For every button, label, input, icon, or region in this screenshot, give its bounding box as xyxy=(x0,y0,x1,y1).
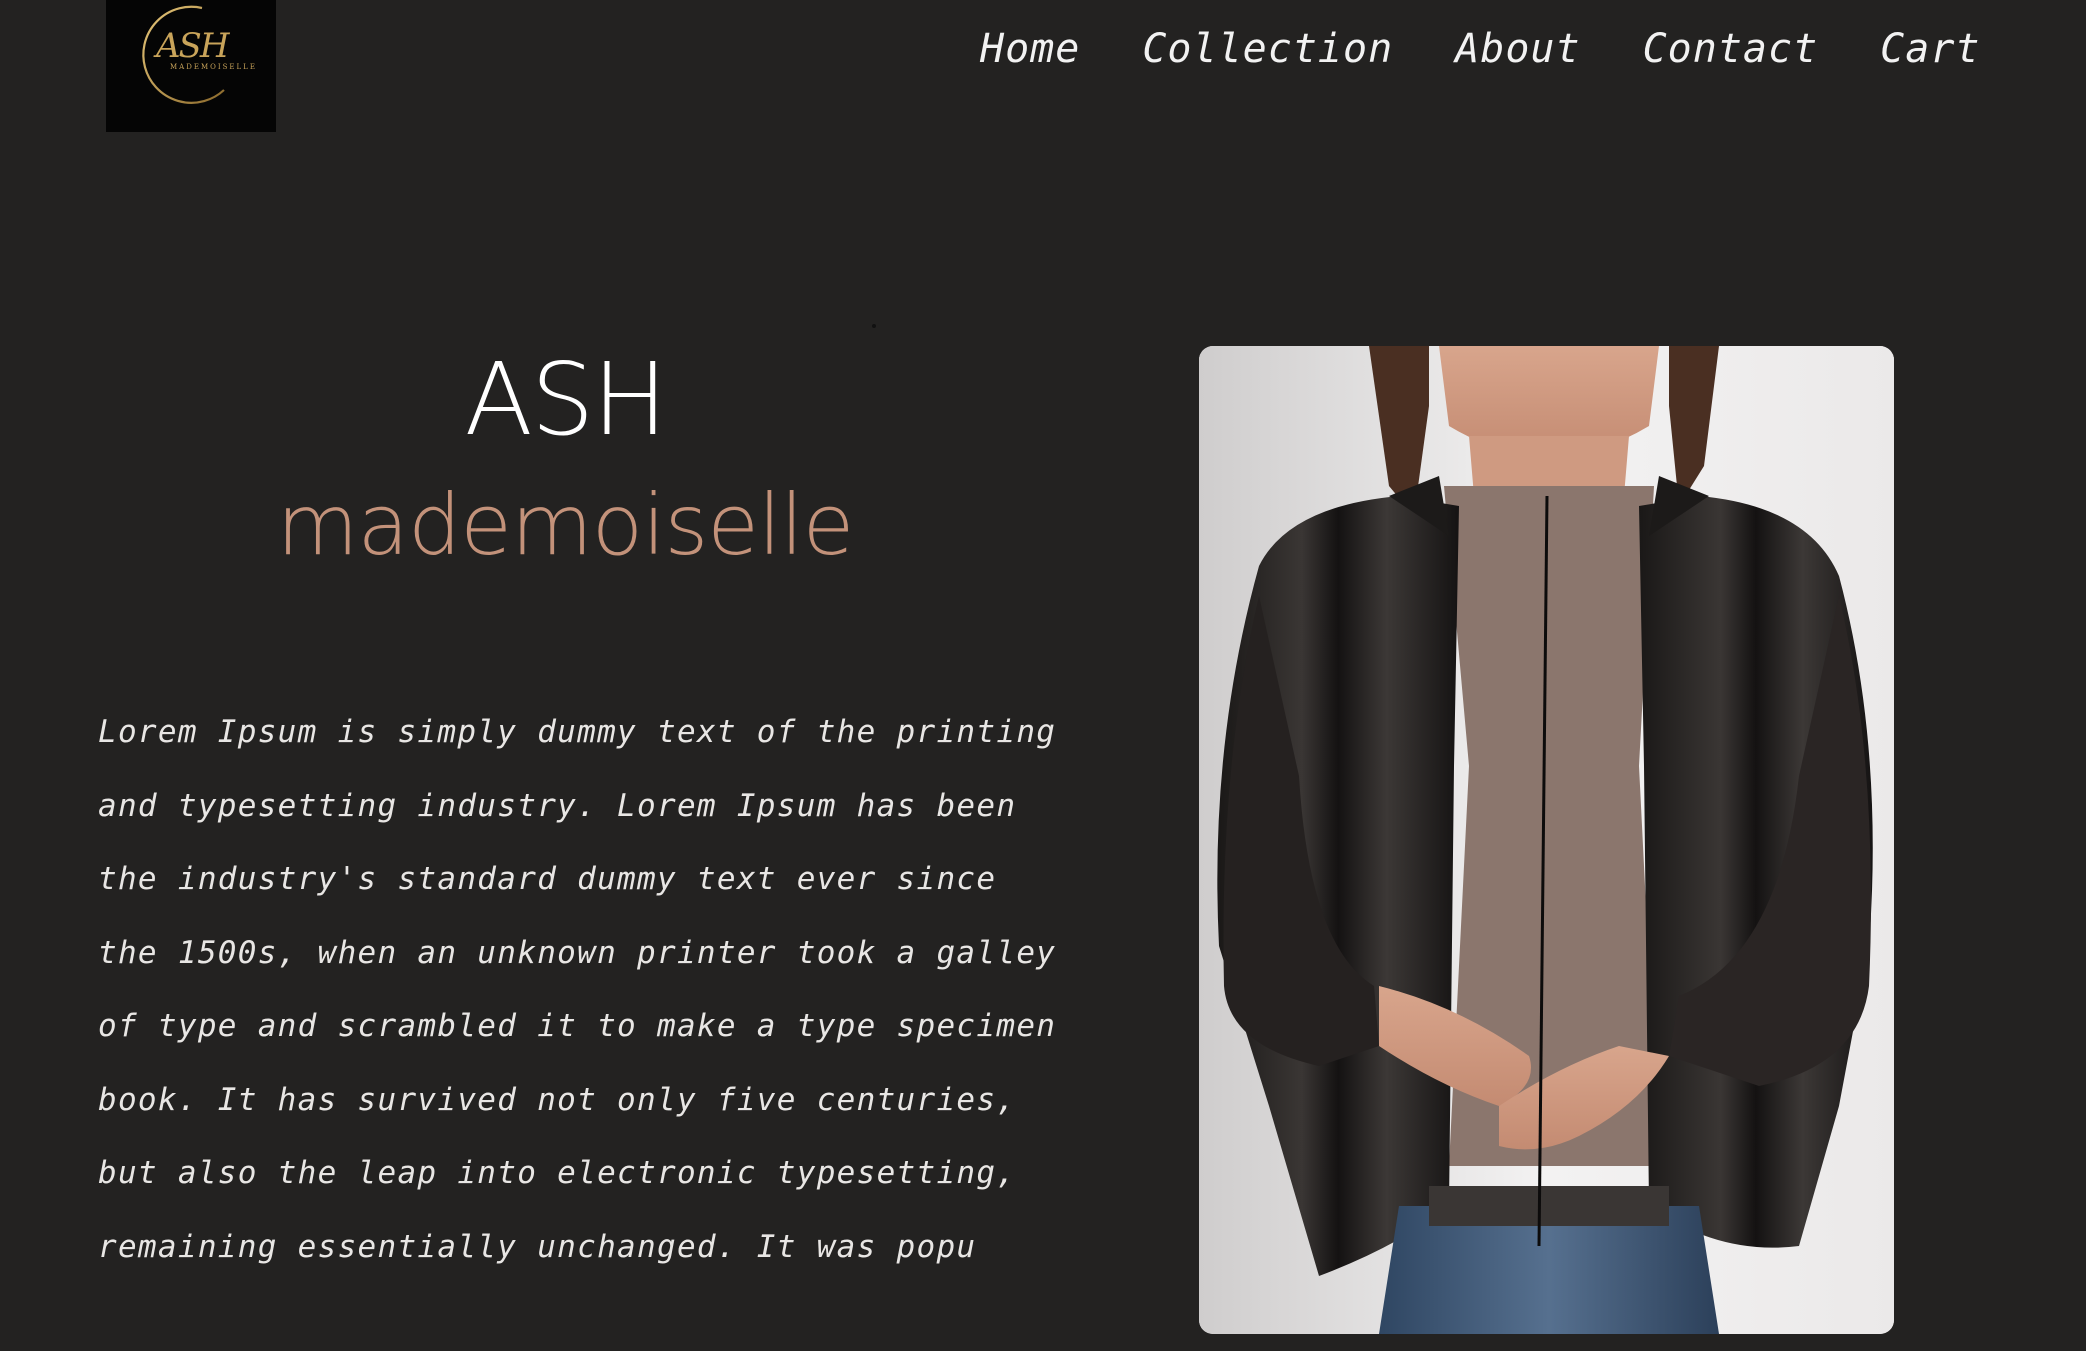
nav-contact-link[interactable]: Contact xyxy=(1643,24,1819,74)
nav-home-link[interactable]: Home xyxy=(980,24,1080,74)
decorative-dot xyxy=(872,324,876,328)
hero-brand-title: ASH mademoiselle xyxy=(0,340,1130,590)
hero-model-photo xyxy=(1199,346,1894,1334)
main-nav: Home Collection About Contact Cart xyxy=(980,24,1980,74)
brand-name-top: ASH xyxy=(464,341,667,458)
nav-cart-link[interactable]: Cart xyxy=(1880,24,1980,74)
logo-monogram: ASH xyxy=(156,26,229,66)
nav-about-link[interactable]: About xyxy=(1455,24,1580,74)
logo-wordmark: MADEMOISELLE xyxy=(170,63,257,71)
brand-logo[interactable]: ASH MADEMOISELLE xyxy=(106,0,276,132)
nav-collection-link[interactable]: Collection xyxy=(1142,24,1393,74)
hero-intro-text: Lorem Ipsum is simply dummy text of the … xyxy=(98,714,1057,1265)
model-jacket-image xyxy=(1199,346,1894,1334)
brand-name-bottom: mademoiselle xyxy=(276,476,855,574)
